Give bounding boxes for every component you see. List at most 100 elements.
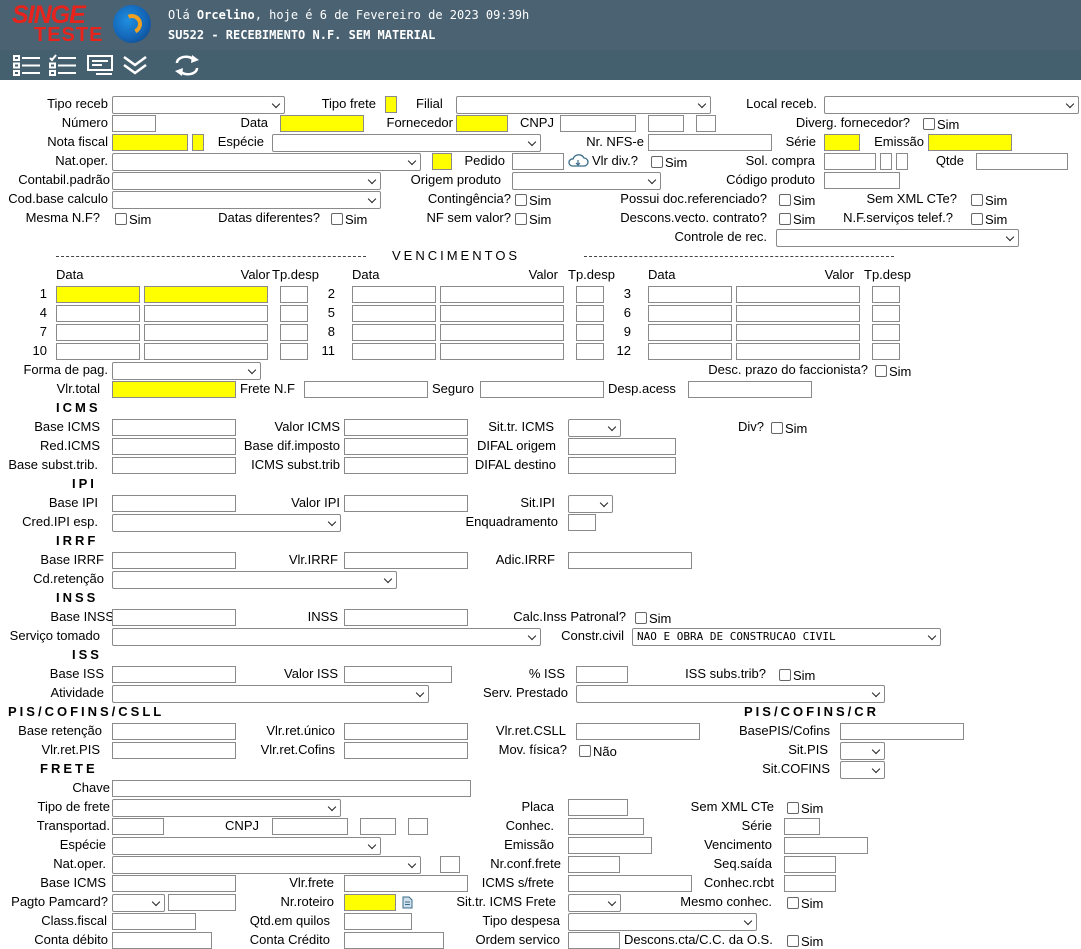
- base-subst-trib-input[interactable]: [112, 457, 236, 474]
- frete-sem-xml-cte-checkbox[interactable]: [787, 802, 799, 814]
- venc-valor-10[interactable]: [144, 343, 268, 360]
- venc-tpdesp-7[interactable]: [280, 324, 308, 341]
- nr-conf-frete-input[interactable]: [568, 856, 620, 873]
- venc-valor-7[interactable]: [144, 324, 268, 341]
- conta-credito-input[interactable]: [344, 932, 444, 949]
- frete-nat-oper-select[interactable]: [112, 856, 421, 874]
- venc-data-7[interactable]: [56, 324, 140, 341]
- sit-pis-select[interactable]: [840, 742, 885, 760]
- frete-base-icms-input[interactable]: [112, 875, 236, 892]
- venc-valor-3[interactable]: [736, 286, 860, 303]
- frete-nat-oper-digito-input[interactable]: [440, 856, 460, 873]
- sem-xml-cte-checkbox[interactable]: [971, 194, 983, 206]
- sol-compra-input[interactable]: [824, 153, 876, 170]
- desc-prazo-checkbox[interactable]: [875, 365, 887, 377]
- venc-valor-4[interactable]: [144, 305, 268, 322]
- venc-tpdesp-5[interactable]: [576, 305, 604, 322]
- especie-select[interactable]: [272, 134, 541, 152]
- pedido-input[interactable]: [512, 153, 564, 170]
- nota-fiscal-input[interactable]: [112, 134, 188, 151]
- diverg-fornecedor-checkbox[interactable]: [923, 118, 935, 130]
- cloud-icon[interactable]: [567, 153, 589, 168]
- venc-valor-11[interactable]: [440, 343, 564, 360]
- venc-data-1[interactable]: [56, 286, 140, 303]
- calc-inss-patronal-checkbox[interactable]: [635, 612, 647, 624]
- nr-roteiro-input[interactable]: [344, 894, 396, 911]
- sit-cofins-select[interactable]: [840, 761, 885, 779]
- vlr-ret-unico-input[interactable]: [344, 723, 468, 740]
- venc-tpdesp-9[interactable]: [872, 324, 900, 341]
- seguro-input[interactable]: [480, 381, 604, 398]
- codigo-produto-input[interactable]: [824, 172, 900, 189]
- cd-retencao-select[interactable]: [112, 571, 397, 589]
- vlr-total-input[interactable]: [112, 381, 236, 398]
- icms-subst-trib-input[interactable]: [344, 457, 468, 474]
- filial-select[interactable]: [456, 96, 711, 114]
- class-fiscal-input[interactable]: [112, 913, 196, 930]
- possui-doc-checkbox[interactable]: [779, 194, 791, 206]
- valor-ipi-input[interactable]: [344, 495, 468, 512]
- card-icon[interactable]: [86, 53, 116, 78]
- placa-input[interactable]: [568, 799, 628, 816]
- venc-data-12[interactable]: [648, 343, 732, 360]
- frete-serie-input[interactable]: [784, 818, 820, 835]
- chave-input[interactable]: [112, 780, 471, 797]
- descons-vecto-checkbox[interactable]: [779, 213, 791, 225]
- venc-valor-9[interactable]: [736, 324, 860, 341]
- controle-rec-select[interactable]: [776, 229, 1019, 247]
- valor-iss-input[interactable]: [344, 666, 452, 683]
- origem-produto-select[interactable]: [512, 172, 661, 190]
- icms-s-frete-input[interactable]: [568, 875, 692, 892]
- base-retencao-input[interactable]: [112, 723, 236, 740]
- forma-pag-select[interactable]: [112, 362, 261, 380]
- sol-compra-item-input[interactable]: [880, 153, 892, 170]
- atividade-select[interactable]: [112, 685, 429, 703]
- conhec-rcbt-input[interactable]: [784, 875, 836, 892]
- vlr-ret-cofins-input[interactable]: [344, 742, 468, 759]
- valor-icms-input[interactable]: [344, 419, 468, 436]
- sit-tr-icms-select[interactable]: [568, 419, 621, 437]
- frete-cnpj-filial-input[interactable]: [360, 818, 396, 835]
- difal-destino-input[interactable]: [568, 457, 676, 474]
- local-receb-select[interactable]: [824, 96, 1079, 114]
- venc-valor-8[interactable]: [440, 324, 564, 341]
- vlr-div-checkbox[interactable]: [651, 156, 663, 168]
- document-icon[interactable]: [402, 896, 413, 909]
- vlr-frete-input[interactable]: [344, 875, 468, 892]
- mesmo-conhec-checkbox[interactable]: [787, 897, 799, 909]
- venc-valor-5[interactable]: [440, 305, 564, 322]
- frete-emissao-input[interactable]: [568, 837, 652, 854]
- venc-data-6[interactable]: [648, 305, 732, 322]
- frete-vencimento-input[interactable]: [784, 837, 868, 854]
- base-irrf-input[interactable]: [112, 552, 236, 569]
- red-icms-input[interactable]: [112, 438, 236, 455]
- sol-compra-seq-input[interactable]: [896, 153, 908, 170]
- sit-ipi-select[interactable]: [568, 495, 613, 513]
- nat-oper-select[interactable]: [112, 153, 421, 171]
- constr-civil-select[interactable]: NAO E OBRA DE CONSTRUCAO CIVIL: [632, 628, 941, 646]
- vlr-irrf-input[interactable]: [344, 552, 468, 569]
- checklist-icon[interactable]: [48, 53, 78, 78]
- seq-saida-input[interactable]: [784, 856, 836, 873]
- nf-sem-valor-checkbox[interactable]: [515, 213, 527, 225]
- nf-servicos-checkbox[interactable]: [971, 213, 983, 225]
- pagto-pamcard-input[interactable]: [168, 894, 236, 911]
- div-checkbox[interactable]: [771, 422, 783, 434]
- venc-valor-2[interactable]: [440, 286, 564, 303]
- base-pis-cofins-input[interactable]: [840, 723, 964, 740]
- contingencia-checkbox[interactable]: [515, 194, 527, 206]
- numero-input[interactable]: [112, 115, 156, 132]
- serie-input[interactable]: [824, 134, 860, 151]
- tipo-receb-select[interactable]: [112, 96, 285, 114]
- vlr-ret-csll-input[interactable]: [576, 723, 700, 740]
- venc-valor-1[interactable]: [144, 286, 268, 303]
- cnpj-input[interactable]: [560, 115, 636, 132]
- vlr-ret-pis-input[interactable]: [112, 742, 236, 759]
- tipo-despesa-select[interactable]: [568, 913, 757, 931]
- mesma-nf-checkbox[interactable]: [115, 213, 127, 225]
- serv-prestado-select[interactable]: [576, 685, 885, 703]
- nota-fiscal-digito-input[interactable]: [192, 134, 204, 151]
- venc-data-5[interactable]: [352, 305, 436, 322]
- venc-data-3[interactable]: [648, 286, 732, 303]
- data-input[interactable]: [280, 115, 364, 132]
